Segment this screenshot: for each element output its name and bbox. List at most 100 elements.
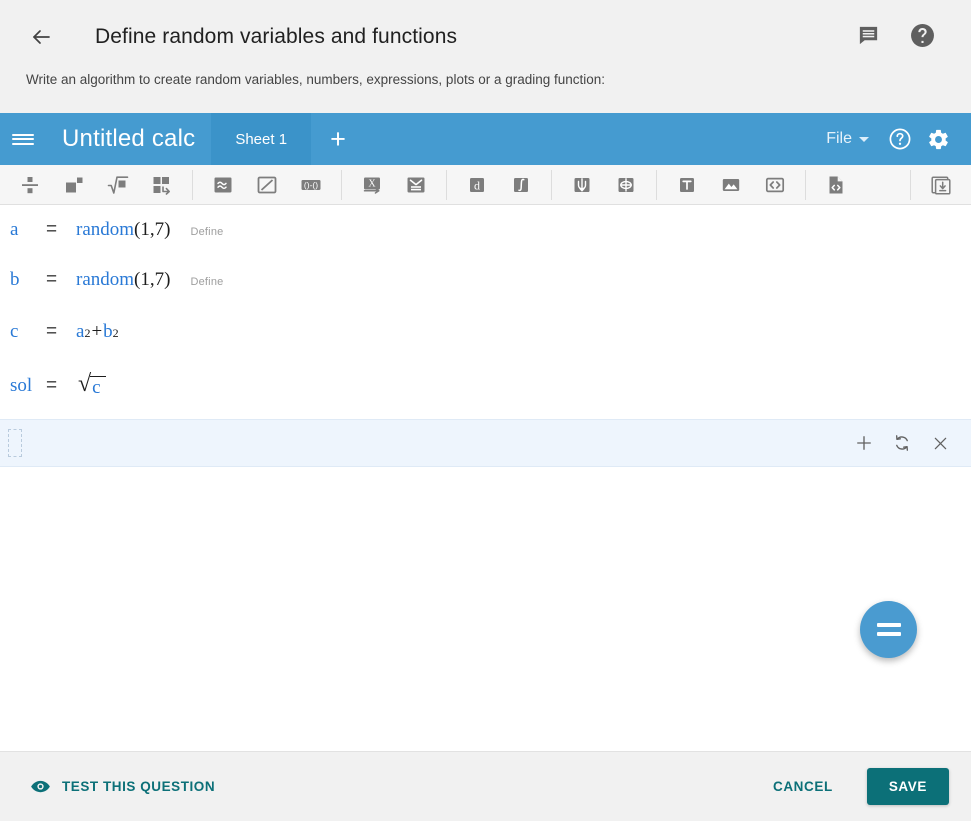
refresh-row-button[interactable] [889,430,915,456]
calc-help-button[interactable] [881,120,919,158]
not-equal-button[interactable] [245,165,289,204]
appbar-right-actions: File [814,113,971,165]
row-expression: √ c [76,372,106,397]
exponent-button[interactable] [52,165,96,204]
plot-units-button[interactable] [604,165,648,204]
svg-text:()-(): ()-() [304,179,318,189]
back-button[interactable] [26,22,56,52]
math-row-c[interactable]: c = a 2 + b 2 [0,305,971,359]
text-button[interactable] [665,165,709,204]
close-icon [934,437,946,449]
active-empty-row[interactable] [0,419,971,467]
test-question-label: TEST THIS QUESTION [62,779,216,794]
term-base-2: b [103,321,113,342]
matrix-icon [153,176,170,195]
appbar-spacer [365,113,814,165]
system-equations-icon [407,177,425,192]
toolbar-group-calculus: d [447,165,551,204]
document-code-button[interactable] [814,165,858,204]
row-variable: sol [10,375,33,396]
row-expression: random (1,7) [76,269,170,291]
row-tag-define: Define [190,276,224,288]
save-sheet-icon [931,175,951,195]
help-icon[interactable] [909,22,935,48]
file-menu-label: File [826,130,852,147]
footer-actions: CANCEL SAVE [761,768,949,805]
math-toolbar: ()-() X d [0,165,971,205]
toolbar-group-units [552,165,656,204]
hamburger-menu-icon[interactable] [0,113,46,165]
row-equals: = [46,321,58,342]
operator-plus: + [91,321,103,342]
arrow-left-icon [33,30,50,44]
page-title: Define random variables and functions [95,25,458,48]
derivative-icon: d [470,177,484,192]
code-icon [765,177,785,192]
row-equals: = [46,219,58,240]
row-equals: = [46,269,58,290]
row-equals: = [46,375,58,396]
file-menu[interactable]: File [814,130,881,148]
gear-icon [928,129,948,149]
image-icon [722,178,740,191]
header-actions [855,22,935,48]
add-row-button[interactable] [851,430,877,456]
toolbar-group-relations: ()-() [193,165,341,204]
substitute-button[interactable]: X [350,165,394,204]
approx-equal-button[interactable] [201,165,245,204]
test-question-button[interactable]: TEST THIS QUESTION [30,776,215,797]
function-name: random [76,219,135,240]
interval-button[interactable]: ()-() [289,165,333,204]
function-args: (1,7) [134,219,171,240]
toolbar-group-algebra: X [342,165,446,204]
comment-icon-glyph [859,26,877,44]
eye-icon [31,780,50,793]
plot-units-icon [618,177,634,192]
integral-button[interactable] [499,165,543,204]
function-name: random [76,269,135,290]
units-icon [574,177,590,192]
math-row-a[interactable]: a = random (1,7) Define [0,205,971,255]
not-equal-icon [257,176,277,193]
save-button[interactable]: SAVE [866,768,949,805]
code-button[interactable] [753,165,797,204]
toolbar-group-trailing [911,165,971,204]
delete-row-button[interactable] [927,430,953,456]
row-actions [851,430,953,456]
help-circle-icon [910,23,934,47]
system-equations-button[interactable] [394,165,438,204]
fraction-icon [22,176,38,193]
calc-settings-button[interactable] [919,120,957,158]
evaluate-fab[interactable] [860,601,917,658]
cancel-button[interactable]: CANCEL [761,769,845,804]
image-button[interactable] [709,165,753,204]
refresh-icon [895,435,908,451]
toolbar-group-document [806,165,866,204]
row-variable: a [10,219,19,240]
units-button[interactable] [560,165,604,204]
row-tag-define: Define [190,226,224,238]
matrix-button[interactable] [140,165,184,204]
fraction-button[interactable] [8,165,52,204]
integral-icon [514,177,528,192]
equals-icon [876,618,901,641]
tab-sheet-1[interactable]: Sheet 1 [211,113,312,165]
page-subtitle: Write an algorithm to create random vari… [26,72,606,87]
function-args: (1,7) [134,269,171,290]
substitute-icon: X [363,177,380,194]
math-row-b[interactable]: b = random (1,7) Define [0,255,971,305]
calc-app-bar: Untitled calc Sheet 1 + File [0,113,971,165]
comment-icon[interactable] [855,22,881,48]
row-expression: random (1,7) [76,219,170,241]
row-variable: b [10,269,20,290]
page-header: Define random variables and functions Wr… [0,0,971,113]
save-sheet-button[interactable] [919,165,963,204]
square-root-button[interactable] [96,165,140,204]
derivative-button[interactable]: d [455,165,499,204]
add-sheet-button[interactable]: + [311,113,365,165]
math-row-sol[interactable]: sol = √ c [0,359,971,413]
calc-title[interactable]: Untitled calc [46,113,211,165]
empty-expression-placeholder[interactable] [8,429,22,457]
calc-sheet[interactable]: a = random (1,7) Define b = random (1,7) D… [0,205,971,751]
exponent-icon [66,177,83,192]
